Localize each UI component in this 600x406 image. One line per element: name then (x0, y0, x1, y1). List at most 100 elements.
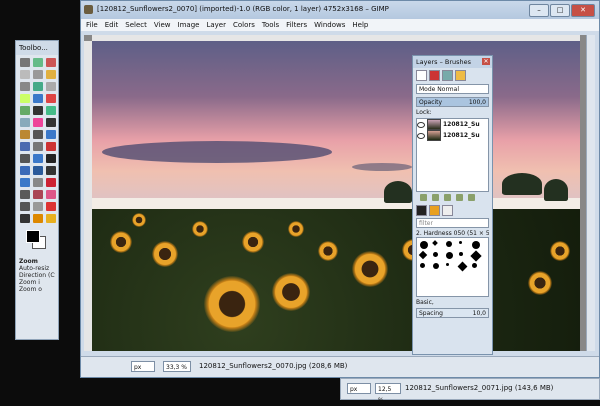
tool-icon[interactable] (46, 178, 56, 187)
tool-icon[interactable] (33, 166, 43, 175)
tool-icon[interactable] (20, 82, 30, 91)
zoom-in-radio[interactable]: Zoom i (19, 279, 55, 286)
unit-select[interactable]: px (131, 361, 155, 372)
tool-icon[interactable] (20, 214, 30, 223)
channels-tab[interactable] (429, 70, 440, 81)
raise-layer-icon[interactable] (432, 194, 439, 201)
zoom-out-radio[interactable]: Zoom o (19, 286, 55, 293)
tool-icon[interactable] (20, 202, 30, 211)
lower-layer-icon[interactable] (444, 194, 451, 201)
tool-icon[interactable] (46, 166, 56, 175)
tool-icon[interactable] (33, 118, 43, 127)
brushes-tab[interactable] (416, 205, 427, 216)
tool-icon[interactable] (46, 130, 56, 139)
tool-icon[interactable] (33, 214, 43, 223)
brush-icon[interactable] (418, 250, 428, 260)
zoom-select[interactable]: 33,3 % (163, 361, 191, 372)
tool-icon[interactable] (33, 142, 43, 151)
foreground-color-swatch[interactable] (26, 230, 40, 243)
duplicate-layer-icon[interactable] (456, 194, 463, 201)
brush-icon[interactable] (459, 241, 462, 244)
tool-icon[interactable] (33, 190, 43, 199)
brush-icon[interactable] (470, 250, 482, 262)
tool-icon[interactable] (46, 142, 56, 151)
tool-icon[interactable] (20, 94, 30, 103)
tool-icon[interactable] (46, 154, 56, 163)
menu-file[interactable]: File (86, 19, 98, 31)
new-layer-icon[interactable] (420, 194, 427, 201)
tool-icon[interactable] (20, 106, 30, 115)
menu-tools[interactable]: Tools (262, 19, 279, 31)
tool-icon[interactable] (20, 118, 30, 127)
tool-icon[interactable] (46, 82, 56, 91)
auto-resize-checkbox[interactable]: Auto-resiz (19, 265, 55, 272)
tool-icon[interactable] (46, 70, 56, 79)
tool-icon[interactable] (33, 154, 43, 163)
sunflower-photo[interactable] (92, 41, 580, 351)
patterns-tab[interactable] (429, 205, 440, 216)
tool-icon[interactable] (20, 154, 30, 163)
tool-icon[interactable] (20, 166, 30, 175)
tool-icon[interactable] (20, 142, 30, 151)
tool-icon[interactable] (20, 178, 30, 187)
tool-icon[interactable] (33, 202, 43, 211)
brush-icon[interactable] (457, 261, 468, 272)
tool-icon[interactable] (33, 178, 43, 187)
canvas-area[interactable] (84, 35, 592, 351)
layer-row[interactable]: 120812_Su (417, 130, 488, 141)
layers-tab[interactable] (416, 70, 427, 81)
tool-icon[interactable] (33, 58, 43, 67)
brush-icon[interactable] (433, 252, 438, 257)
tool-icon[interactable] (46, 118, 56, 127)
visibility-eye-icon[interactable] (417, 132, 425, 139)
tool-icon[interactable] (20, 58, 30, 67)
second-unit-select[interactable]: px (347, 383, 371, 394)
menu-select[interactable]: Select (125, 19, 147, 31)
menu-edit[interactable]: Edit (105, 19, 119, 31)
undo-tab[interactable] (455, 70, 466, 81)
dock-close-button[interactable]: ✕ (482, 58, 490, 65)
brush-icon[interactable] (432, 240, 438, 246)
gradients-tab[interactable] (442, 205, 453, 216)
tool-icon[interactable] (46, 58, 56, 67)
tool-icon[interactable] (33, 82, 43, 91)
vertical-scrollbar[interactable] (586, 35, 595, 351)
maximize-button[interactable]: □ (550, 4, 570, 17)
brush-icon[interactable] (459, 252, 463, 256)
tool-icon[interactable] (33, 94, 43, 103)
close-button[interactable]: ✕ (571, 4, 595, 17)
visibility-eye-icon[interactable] (417, 121, 425, 128)
brush-grid[interactable] (416, 237, 489, 297)
tool-icon[interactable] (33, 130, 43, 139)
second-zoom-select[interactable]: 12,5 % (375, 383, 401, 404)
brush-icon[interactable] (446, 263, 449, 266)
brush-preset[interactable]: Basic, (416, 299, 489, 306)
menu-colors[interactable]: Colors (233, 19, 255, 31)
brush-icon[interactable] (446, 241, 452, 247)
delete-layer-icon[interactable] (468, 194, 475, 201)
tool-icon[interactable] (46, 202, 56, 211)
menu-layer[interactable]: Layer (206, 19, 226, 31)
brush-icon[interactable] (433, 263, 439, 269)
menu-filters[interactable]: Filters (286, 19, 307, 31)
brush-icon[interactable] (472, 241, 480, 249)
filter-input[interactable]: filter (416, 218, 489, 228)
tool-icon[interactable] (46, 190, 56, 199)
tool-icon[interactable] (46, 106, 56, 115)
brush-icon[interactable] (446, 252, 453, 259)
tool-icon[interactable] (20, 130, 30, 139)
tool-icon[interactable] (33, 70, 43, 79)
opacity-slider[interactable]: Opacity 100,0 (416, 97, 489, 107)
menu-help[interactable]: Help (352, 19, 368, 31)
tool-icon[interactable] (46, 94, 56, 103)
menu-image[interactable]: Image (178, 19, 200, 31)
tool-icon[interactable] (46, 214, 56, 223)
spacing-slider[interactable]: Spacing 10,0 (416, 308, 489, 318)
menu-windows[interactable]: Windows (314, 19, 345, 31)
tool-icon[interactable] (20, 70, 30, 79)
tool-icon[interactable] (33, 106, 43, 115)
menu-view[interactable]: View (154, 19, 171, 31)
brush-icon[interactable] (420, 263, 425, 268)
tool-icon[interactable] (20, 190, 30, 199)
minimize-button[interactable]: – (529, 4, 549, 17)
